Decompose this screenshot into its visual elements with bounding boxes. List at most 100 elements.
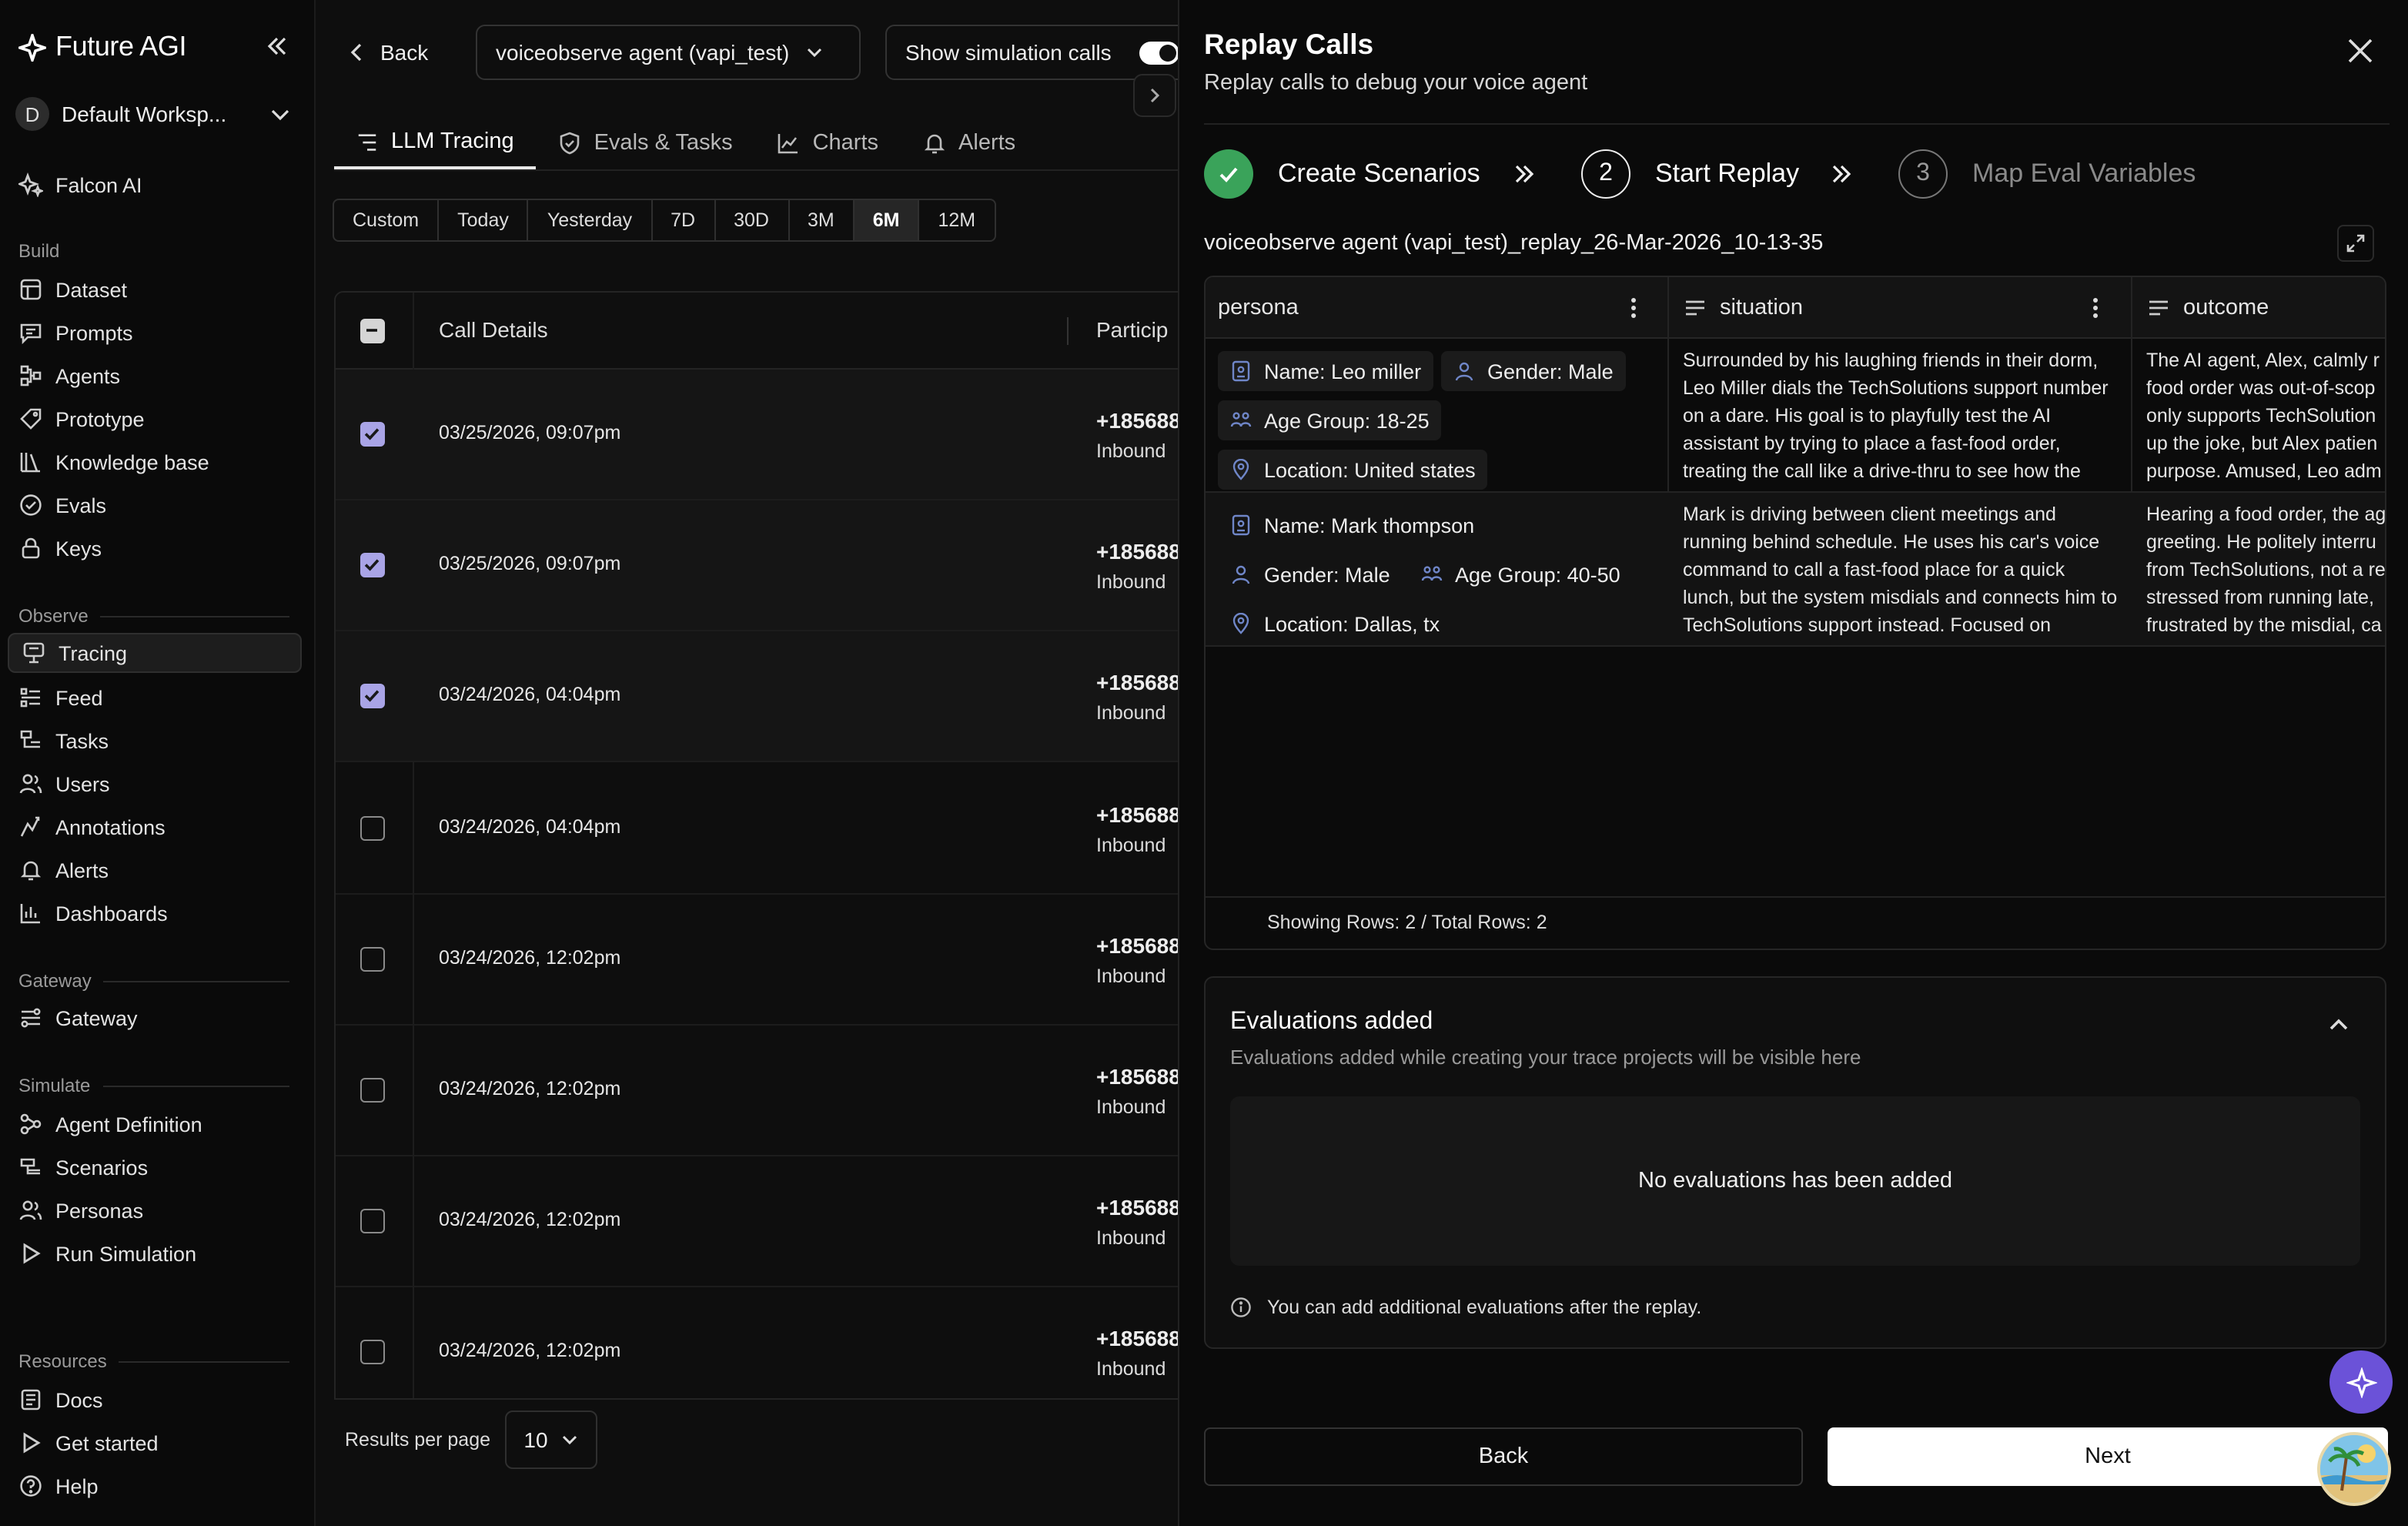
- next-button[interactable]: Next: [1828, 1427, 2388, 1486]
- column-persona[interactable]: persona: [1218, 277, 1299, 339]
- table-row[interactable]: 03/25/2026, 09:07pm +185688 Inbound: [336, 370, 1195, 500]
- table-row[interactable]: 03/24/2026, 12:02pm +185688 Inbound: [336, 1026, 1195, 1156]
- row-checkbox[interactable]: [360, 553, 385, 578]
- outcome-cell: Hearing a food order, the ag greeting. H…: [2146, 504, 2386, 636]
- sidebar-item-falcon-ai[interactable]: Falcon AI: [18, 166, 142, 203]
- tab-llm-tracing[interactable]: LLM Tracing: [334, 117, 536, 169]
- sidebar-item-agent-definition[interactable]: Agent Definition: [18, 1106, 202, 1143]
- column-resizer[interactable]: [1067, 317, 1069, 345]
- collapse-evaluations-button[interactable]: [2326, 1012, 2351, 1036]
- drawer-subtitle: Replay calls to debug your voice agent: [1204, 71, 1588, 95]
- sidebar-item-run-simulation[interactable]: Run Simulation: [18, 1235, 196, 1272]
- range-today[interactable]: Today: [439, 200, 529, 240]
- chevron-down-icon: [562, 1435, 577, 1445]
- more-vertical-icon[interactable]: [1621, 296, 1646, 320]
- sidebar-item-annotations[interactable]: Annotations: [18, 808, 166, 845]
- column-participant[interactable]: Particip: [1096, 317, 1168, 342]
- show-simulation-calls-toggle[interactable]: Show simulation calls: [885, 25, 1193, 80]
- bar-chart-icon: [20, 904, 40, 924]
- row-checkbox[interactable]: [360, 422, 385, 447]
- range-yesterday[interactable]: Yesterday: [529, 200, 653, 240]
- sidebar-item-evals[interactable]: Evals: [18, 487, 106, 524]
- sidebar-item-label: Gateway: [55, 1006, 138, 1029]
- check-icon: [1219, 167, 1238, 182]
- sidebar-item-dashboards[interactable]: Dashboards: [18, 895, 168, 932]
- sidebar-item-users[interactable]: Users: [18, 765, 110, 802]
- sidebar-item-docs[interactable]: Docs: [18, 1381, 103, 1418]
- row-checkbox[interactable]: [360, 1209, 385, 1234]
- column-situation[interactable]: situation: [1683, 277, 1803, 339]
- column-call-details[interactable]: Call Details: [439, 317, 548, 342]
- table-row[interactable]: 03/24/2026, 12:02pm +185688 Inbound: [336, 895, 1195, 1026]
- call-date: 03/24/2026, 12:02pm: [439, 1340, 621, 1362]
- sidebar-item-alerts[interactable]: Alerts: [18, 852, 109, 888]
- sidebar-item-tasks[interactable]: Tasks: [18, 722, 109, 759]
- table-row[interactable]: 03/24/2026, 12:02pm +185688 Inbound: [336, 1156, 1195, 1288]
- evaluations-empty-state: No evaluations has been added: [1230, 1096, 2360, 1266]
- sidebar-item-tracing[interactable]: Tracing: [8, 633, 302, 673]
- check-icon: [364, 559, 380, 571]
- tab-charts[interactable]: Charts: [754, 117, 900, 169]
- range-30d[interactable]: 30D: [715, 200, 789, 240]
- select-all-checkbox[interactable]: [360, 319, 385, 343]
- range-custom[interactable]: Custom: [334, 200, 440, 240]
- table-row[interactable]: 03/24/2026, 04:04pm +185688 Inbound: [336, 763, 1195, 895]
- evaluations-subtitle: Evaluations added while creating your tr…: [1230, 1046, 1861, 1069]
- tab-alerts[interactable]: Alerts: [900, 117, 1037, 169]
- sidebar-item-knowledge-base[interactable]: Knowledge base: [18, 443, 209, 480]
- sidebar-item-label: Help: [55, 1474, 99, 1498]
- sidebar-item-dataset[interactable]: Dataset: [18, 271, 127, 308]
- collapse-sidebar-button[interactable]: [265, 34, 289, 59]
- sidebar-item-gateway[interactable]: Gateway: [18, 999, 138, 1036]
- falcon-assistant-button[interactable]: [2329, 1350, 2393, 1414]
- sidebar-item-personas[interactable]: Personas: [18, 1192, 143, 1229]
- book-icon: [21, 1389, 41, 1411]
- table-row[interactable]: 03/24/2026, 04:04pm +185688 Inbound: [336, 631, 1195, 763]
- back-button[interactable]: Back: [1204, 1427, 1803, 1486]
- range-3m[interactable]: 3M: [789, 200, 855, 240]
- participant-phone: +185688: [1096, 408, 1181, 433]
- replay-calls-drawer: Replay Calls Replay calls to debug your …: [1178, 0, 2408, 1526]
- row-checkbox[interactable]: [360, 1078, 385, 1103]
- sidebar-item-label: Alerts: [55, 858, 109, 882]
- table-row[interactable]: 03/25/2026, 09:07pm +185688 Inbound: [336, 500, 1195, 632]
- sidebar-item-prompts[interactable]: Prompts: [18, 314, 133, 351]
- row-checkbox[interactable]: [360, 1340, 385, 1365]
- range-6m[interactable]: 6M: [854, 200, 920, 240]
- sidebar-item-feed[interactable]: Feed: [18, 679, 103, 716]
- step-number: 3: [1898, 149, 1948, 199]
- sparkle-icon: [18, 172, 43, 197]
- section-label: Observe: [18, 605, 89, 627]
- toggle-switch[interactable]: [1139, 42, 1179, 65]
- back-button[interactable]: Back: [346, 31, 428, 74]
- close-button[interactable]: [2343, 34, 2377, 68]
- more-vertical-icon[interactable]: [2083, 296, 2108, 320]
- brand-logo[interactable]: Future AGI: [18, 31, 186, 63]
- agent-select[interactable]: voiceobserve agent (vapi_test): [476, 25, 861, 80]
- row-checkbox[interactable]: [360, 684, 385, 709]
- sidebar-item-prototype[interactable]: Prototype: [18, 400, 145, 437]
- sidebar-item-get-started[interactable]: Get started: [18, 1424, 159, 1461]
- group-icon: [1421, 566, 1443, 581]
- sidebar-item-scenarios[interactable]: Scenarios: [18, 1149, 148, 1186]
- participant-phone: +185688: [1096, 932, 1181, 958]
- workspace-selector[interactable]: D Default Worksp...: [15, 95, 293, 132]
- sidebar-item-help[interactable]: Help: [18, 1467, 99, 1504]
- expand-panel-button[interactable]: [1133, 74, 1176, 117]
- column-outcome[interactable]: outcome: [2146, 277, 2269, 339]
- back-label: Back: [380, 40, 429, 65]
- sidebar-item-agents[interactable]: Agents: [18, 357, 120, 394]
- results-per-page-select[interactable]: 10: [505, 1411, 597, 1469]
- tab-evals-tasks[interactable]: Evals & Tasks: [536, 117, 754, 169]
- fullscreen-button[interactable]: [2337, 225, 2374, 262]
- range-7d[interactable]: 7D: [652, 200, 716, 240]
- grid-row[interactable]: Name: Mark thompson Gender: Male Age Gro…: [1206, 493, 2385, 647]
- range-12m[interactable]: 12M: [920, 200, 995, 240]
- personas-icon: [19, 1200, 42, 1220]
- grid-row[interactable]: Name: Leo miller Gender: Male Age Group:…: [1206, 339, 2385, 493]
- sidebar-item-keys[interactable]: Keys: [18, 530, 102, 567]
- table-row[interactable]: 03/24/2026, 12:02pm +185688 Inbound: [336, 1288, 1195, 1398]
- user-avatar[interactable]: [2317, 1432, 2391, 1506]
- row-checkbox[interactable]: [360, 815, 385, 841]
- row-checkbox[interactable]: [360, 946, 385, 972]
